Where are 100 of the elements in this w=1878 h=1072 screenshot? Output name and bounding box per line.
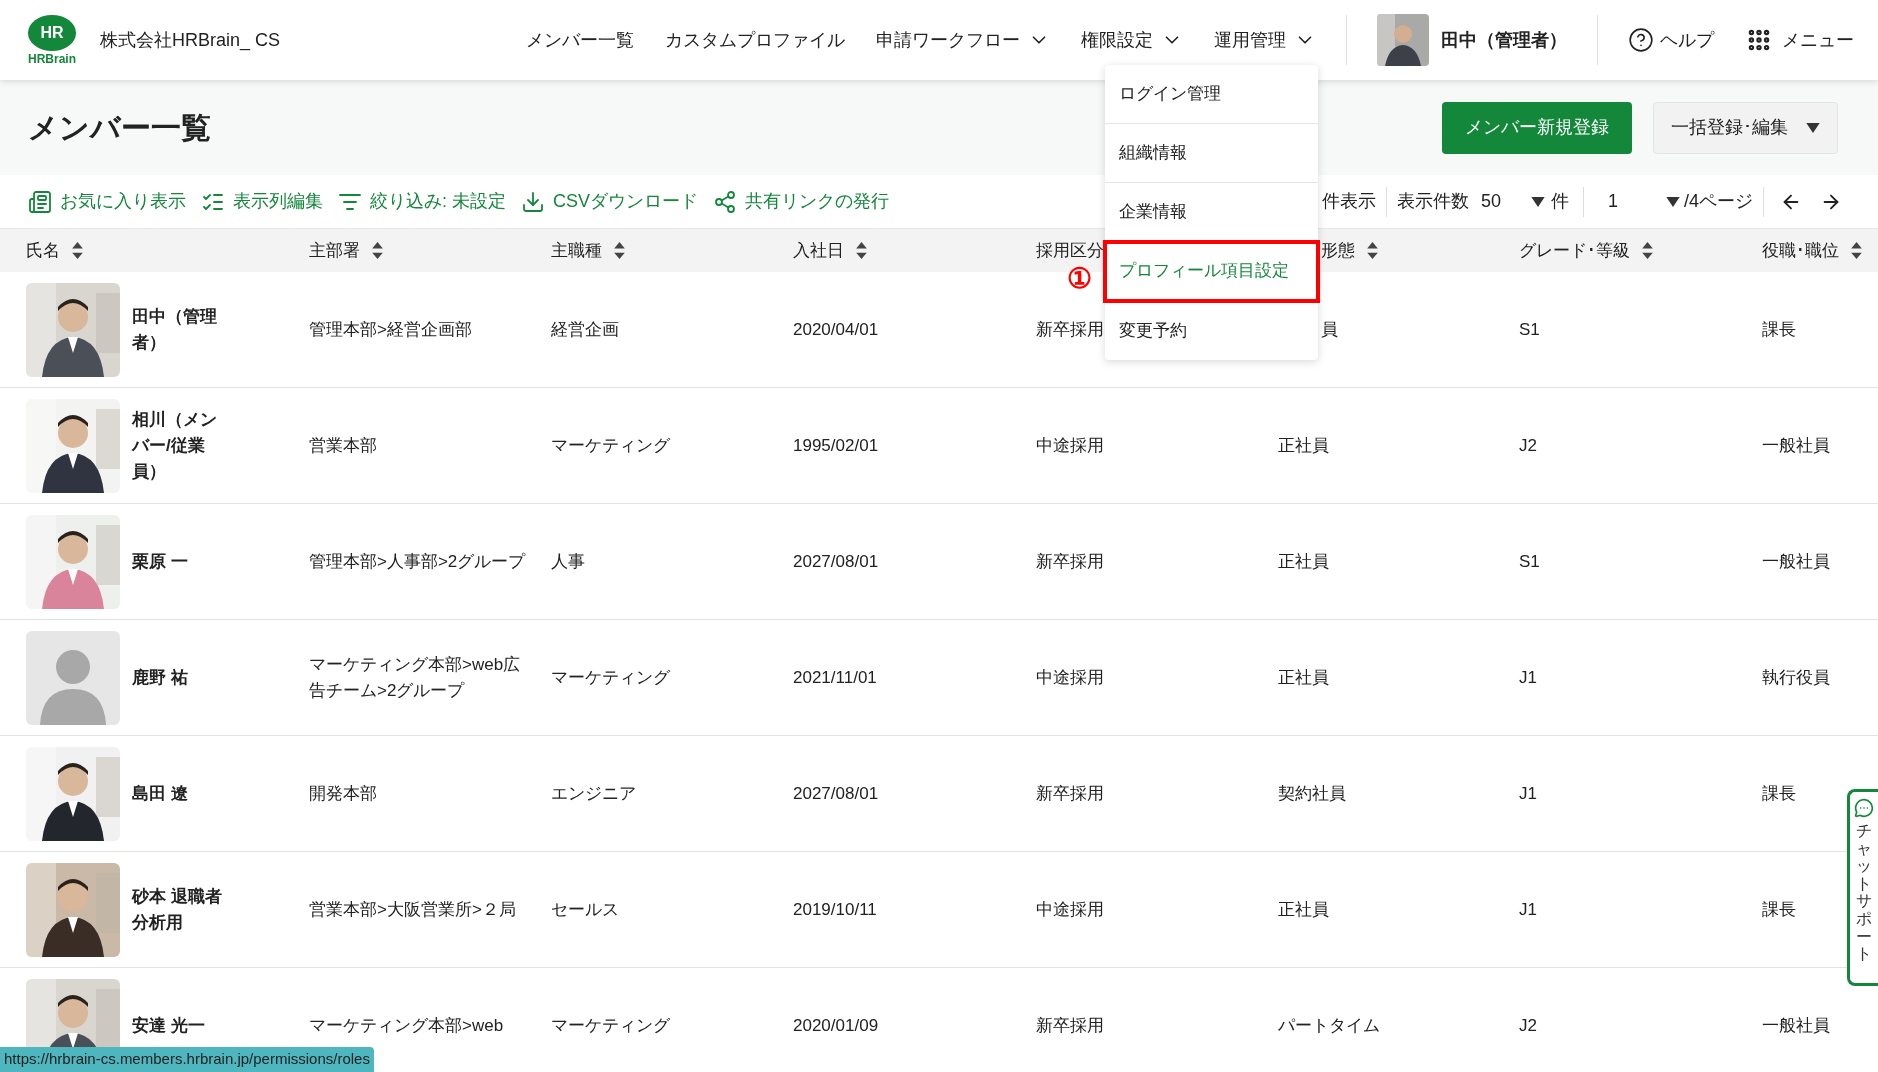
nav-link[interactable]: メンバー一覧 bbox=[526, 26, 634, 54]
bulk-edit-button[interactable]: 一括登録･編集 bbox=[1653, 101, 1838, 154]
menu-item[interactable]: 企業情報 bbox=[1105, 183, 1318, 242]
table-cell: 新卒採用 bbox=[1036, 551, 1104, 571]
table-cell: S1 bbox=[1519, 319, 1540, 339]
table-cell: 管理本部>経営企画部 bbox=[309, 319, 472, 339]
table-cell: 営業本部 bbox=[309, 435, 377, 455]
toolbar-link[interactable]: CSVダウンロード bbox=[521, 188, 699, 215]
table-cell: 契約社員 bbox=[1278, 783, 1346, 803]
toolbar-link[interactable]: 表示列編集 bbox=[201, 188, 323, 215]
table-cell: 新卒採用 bbox=[1036, 783, 1104, 803]
table-cell: 課長 bbox=[1762, 319, 1796, 339]
chat-icon bbox=[1854, 798, 1874, 818]
table-cell: 新卒採用 bbox=[1036, 319, 1104, 339]
column-header: 役職･職位 bbox=[1762, 239, 1839, 262]
table-cell: 人事 bbox=[551, 551, 585, 571]
chat-support-tab[interactable]: チャットサポート bbox=[1847, 789, 1878, 986]
table-cell: J1 bbox=[1519, 899, 1537, 919]
sort-icon[interactable] bbox=[1642, 242, 1653, 259]
table-cell: 中途採用 bbox=[1036, 667, 1104, 687]
column-header: 形態 bbox=[1321, 239, 1355, 262]
table-cell: 正社員 bbox=[1278, 899, 1329, 919]
nav-link[interactable]: 運用管理 bbox=[1214, 26, 1316, 54]
table-cell: 管理本部>人事部>2グループ bbox=[309, 551, 526, 571]
menu-item[interactable]: プロフィール項目設定 bbox=[1105, 242, 1318, 301]
table-cell: 中途採用 bbox=[1036, 435, 1104, 455]
table-cell: 2021/11/01 bbox=[793, 667, 877, 687]
toolbar-link[interactable]: 共有リンクの発行 bbox=[713, 188, 890, 215]
page-total: /4ページ bbox=[1684, 190, 1753, 213]
per-page-label: 表示件数 bbox=[1397, 190, 1469, 213]
table-cell: マーケティング bbox=[551, 435, 670, 455]
member-name[interactable]: 砂本 退職者分析用 bbox=[132, 883, 232, 936]
table-cell: エンジニア bbox=[551, 783, 636, 803]
count-text: 件表示 bbox=[1322, 190, 1376, 213]
new-member-button[interactable]: メンバー新規登録 bbox=[1442, 101, 1632, 154]
member-name[interactable]: 栗原 一 bbox=[132, 548, 232, 575]
table-cell: 執行役員 bbox=[1762, 667, 1830, 687]
nav-link[interactable]: 申請ワークフロー bbox=[876, 26, 1050, 54]
table-cell: 2027/08/01 bbox=[793, 551, 879, 571]
column-header: 主職種 bbox=[551, 239, 602, 262]
sort-icon[interactable] bbox=[1851, 242, 1862, 259]
per-page-unit: 件 bbox=[1551, 190, 1569, 213]
toolbar-link[interactable]: 絞り込み: 未設定 bbox=[338, 188, 506, 215]
user-menu[interactable]: 田中（管理者） bbox=[1377, 14, 1567, 66]
help-link[interactable]: ヘルプ bbox=[1628, 26, 1714, 54]
menu-item[interactable]: 変更予約 bbox=[1105, 301, 1318, 360]
sort-icon[interactable] bbox=[72, 242, 83, 259]
table-cell: 員 bbox=[1321, 319, 1338, 339]
table-cell: 開発本部 bbox=[309, 783, 377, 803]
table-cell: マーケティング本部>web bbox=[309, 1015, 504, 1035]
menu-button[interactable]: メニュー bbox=[1746, 26, 1854, 54]
sort-icon[interactable] bbox=[614, 242, 625, 259]
column-header: 氏名 bbox=[26, 239, 60, 262]
table-cell: マーケティング bbox=[551, 667, 670, 687]
page-title: メンバー一覧 bbox=[28, 110, 211, 146]
sort-icon[interactable] bbox=[856, 242, 867, 259]
sort-icon[interactable] bbox=[372, 242, 383, 259]
column-header: グレード･等級 bbox=[1519, 239, 1630, 262]
sort-icon[interactable] bbox=[1367, 242, 1378, 259]
table-cell: 正社員 bbox=[1278, 435, 1329, 455]
table-cell: J2 bbox=[1519, 1015, 1537, 1035]
table-cell: マーケティング本部>web広告チーム>2グループ bbox=[309, 654, 521, 700]
dropdown-triangle-icon bbox=[1666, 196, 1680, 207]
table-cell: J1 bbox=[1519, 667, 1537, 687]
table-cell: J2 bbox=[1519, 435, 1537, 455]
dropdown-triangle-icon bbox=[1531, 196, 1545, 207]
download-icon bbox=[521, 189, 545, 214]
member-name[interactable]: 鹿野 祐 bbox=[132, 664, 232, 691]
member-name[interactable]: 田中（管理者） bbox=[132, 303, 232, 356]
table-cell: 一般社員 bbox=[1762, 1015, 1830, 1035]
page-select[interactable]: 1 bbox=[1608, 188, 1680, 215]
menu-item[interactable]: ログイン管理 bbox=[1105, 65, 1318, 124]
table-cell: 新卒採用 bbox=[1036, 1015, 1104, 1035]
table-cell: 正社員 bbox=[1278, 667, 1329, 687]
table-cell: 2020/04/01 bbox=[793, 319, 879, 339]
menu-item[interactable]: 組織情報 bbox=[1105, 124, 1318, 183]
company-name: 株式会社HRBrain_ CS bbox=[100, 28, 281, 53]
table-cell: 2019/10/11 bbox=[793, 899, 877, 919]
table-cell: 2020/01/09 bbox=[793, 1015, 879, 1035]
per-page-select[interactable]: 50 bbox=[1481, 188, 1545, 215]
table-cell: 2027/08/01 bbox=[793, 783, 879, 803]
column-header: 採用区分 bbox=[1036, 239, 1104, 262]
member-name[interactable]: 安達 光一 bbox=[132, 1012, 232, 1039]
toolbar-link[interactable]: お気に入り表示 bbox=[28, 188, 186, 215]
logo-text: HRBrain bbox=[28, 53, 76, 65]
table-cell: セールス bbox=[551, 899, 619, 919]
logo-bubble: HR bbox=[28, 15, 76, 51]
share-icon bbox=[713, 189, 738, 214]
nav-link[interactable]: カスタムプロファイル bbox=[665, 26, 845, 54]
table-cell: 中途採用 bbox=[1036, 899, 1104, 919]
list-icon bbox=[28, 189, 52, 214]
table-cell: 1995/02/01 bbox=[793, 435, 879, 455]
table-cell: J1 bbox=[1519, 783, 1537, 803]
nav-link[interactable]: 権限設定 bbox=[1081, 26, 1183, 54]
member-name[interactable]: 相川（メンバー/従業員） bbox=[132, 406, 232, 485]
grid-icon bbox=[1746, 27, 1772, 53]
member-name[interactable]: 島田 遼 bbox=[132, 780, 232, 807]
help-icon bbox=[1628, 27, 1654, 53]
dropdown-triangle-icon bbox=[1806, 122, 1820, 133]
table-cell: マーケティング bbox=[551, 1015, 670, 1035]
